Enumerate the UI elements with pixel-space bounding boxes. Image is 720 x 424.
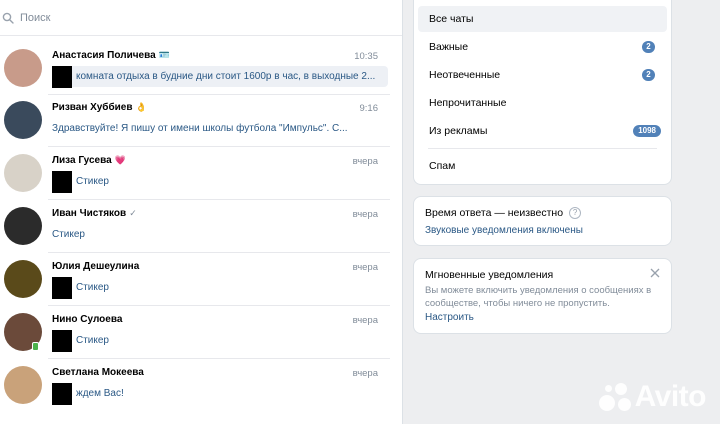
watermark-text: Avito [634,380,707,413]
dialog-row[interactable]: Иван Чистяков ✓ вчера Стикер [0,200,402,253]
chat-filters: Все чаты Важные 2 Неотвеченные 2 Непрочитанны… [413,0,672,185]
status-emoji: 👌 [135,102,147,112]
avito-logo-icon [597,381,633,413]
sender-mini-avatar [52,65,72,88]
configure-link[interactable]: Настроить [425,312,474,323]
response-time-label: Время ответа — неизвестно [425,207,564,219]
dialog-preview: Стикер [52,224,85,245]
dialog-preview: комната отдыха в будние дни стоит 1600р … [52,65,388,88]
filter-count-badge: 2 [642,69,655,81]
dialog-time: вчера [352,368,378,379]
dialog-time: вчера [352,262,378,273]
filter-label: Спам [429,160,456,172]
dialogs-panel: Анастасия Поличева🪪 10:35 комната отдыха… [0,0,403,424]
sender-mini-avatar [52,276,72,299]
preview-text: Здравствуйте! Я пишу от имени школы футб… [52,123,348,134]
status-emoji: 🪪 [158,50,170,60]
avatar[interactable] [4,154,42,192]
filter-item[interactable]: Все чаты [418,6,667,32]
response-info-card: Время ответа — неизвестно ? Звуковые уве… [413,196,672,246]
dialog-name: Светлана Мокеева [52,367,144,378]
dialog-row[interactable]: Лиза Гусева 💗 вчера Стикер [0,147,402,200]
dialog-row[interactable]: Светлана Мокеева вчера ждем Вас! [0,359,402,412]
filter-label: Все чаты [429,13,474,25]
filter-item[interactable]: Важные 2 [418,34,667,60]
dialog-time: вчера [352,156,378,167]
status-emoji: ✓ [129,208,137,218]
avatar[interactable] [4,260,42,298]
dialog-row[interactable]: Ризван Хуббиев 👌 9:16 Здравствуйте! Я пиш… [0,94,402,147]
notifications-title: Мгновенные уведомления [425,269,554,281]
dialog-name: Иван Чистяков ✓ [52,208,137,219]
dialog-preview: Стикер [52,276,109,299]
close-icon[interactable] [649,267,661,279]
notifications-body: Вы можете включить уведомления о сообщен… [425,285,652,309]
preview-text: Стикер [76,335,109,346]
filter-count-badge: 2 [642,41,655,53]
sender-mini-avatar [52,329,72,352]
filter-item[interactable]: Непрочитанные [418,90,667,116]
dialog-time: 9:16 [359,103,379,114]
search-input[interactable] [20,11,320,24]
filter-label: Непрочитанные [429,97,507,109]
dialog-row[interactable]: Анастасия Поличева 🪪 10:35 комната отдыха… [0,42,402,95]
avatar[interactable] [4,366,42,404]
preview-text: Стикер [76,176,109,187]
sender-mini-avatar [52,382,72,405]
dialog-preview: Стикер [52,170,109,193]
filter-item[interactable]: Неотвеченные 2 [418,62,667,88]
dialog-name: Юлия Дешеулина [52,261,140,272]
filter-item[interactable]: Спам [418,153,667,179]
dialog-name: Лиза Гусева 💗 [52,155,126,166]
dialog-row[interactable]: Нино Сулоева вчера Стикер [0,306,402,359]
avito-watermark: Avito [597,380,707,414]
filter-item[interactable]: Из рекламы 1098 [418,118,667,144]
preview-text: Стикер [76,282,109,293]
filter-label: Неотвеченные [429,69,501,81]
dialog-time: вчера [352,315,378,326]
instant-notifications-card: Мгновенные уведомления Вы можете включит… [413,258,672,334]
filter-label: Важные [429,41,469,53]
avatar[interactable] [4,207,42,245]
dialog-preview: Стикер [52,329,109,352]
avatar[interactable] [4,101,42,139]
dialog-name: Анастасия Поличева 🪪 [52,50,170,61]
response-time: Время ответа — неизвестно ? [425,207,582,219]
status-emoji: 💗 [114,155,126,165]
search-icon [2,12,14,24]
dialog-time: 10:35 [354,51,378,62]
online-mobile-icon [32,342,39,351]
sender-mini-avatar [52,170,72,193]
dialog-preview: ждем Вас! [52,382,124,405]
dialog-name: Нино Сулоева [52,314,123,325]
preview-text: Стикер [52,229,85,240]
dialog-name: Ризван Хуббиев 👌 [52,102,147,113]
help-icon[interactable]: ? [569,207,582,219]
preview-text: ждем Вас! [76,388,124,399]
avatar[interactable] [4,49,42,87]
dialog-row[interactable]: Юлия Дешеулина вчера Стикер [0,253,402,306]
preview-text: комната отдыха в будние дни стоит 1600р … [76,71,376,82]
search-bar[interactable] [0,0,402,36]
divider [428,148,657,149]
filter-count-badge: 1098 [633,125,661,137]
filter-label: Из рекламы [429,125,488,137]
dialog-time: вчера [352,209,378,220]
sound-notifications-link[interactable]: Звуковые уведомления включены [425,225,583,236]
dialog-preview: Здравствуйте! Я пишу от имени школы футб… [52,118,348,139]
